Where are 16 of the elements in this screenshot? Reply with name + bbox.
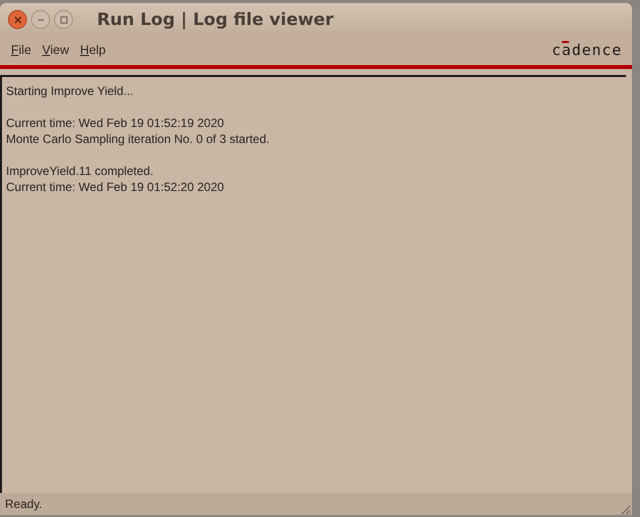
close-icon xyxy=(14,16,22,24)
log-line: Current time: Wed Feb 19 01:52:20 2020 xyxy=(6,179,225,195)
menu-item[interactable]: Help xyxy=(80,43,106,57)
close-button[interactable] xyxy=(8,10,27,29)
maximize-icon xyxy=(60,16,68,24)
log-line: Starting Improve Yield... xyxy=(6,83,134,99)
resize-grip-icon[interactable] xyxy=(619,503,631,515)
status-text: Ready. xyxy=(5,497,42,511)
log-line: Monte Carlo Sampling iteration No. 0 of 3 started. xyxy=(6,131,270,147)
menu-item[interactable]: View xyxy=(42,43,70,57)
maximize-button[interactable] xyxy=(54,10,73,29)
log-line: Current time: Wed Feb 19 01:52:19 2020 xyxy=(6,115,225,131)
menu-item[interactable]: File xyxy=(11,43,32,57)
window-title: Run Log | Log file viewer xyxy=(97,10,334,30)
logo: cadence xyxy=(552,41,622,59)
log-line: ImproveYield.11 completed. xyxy=(6,163,154,179)
